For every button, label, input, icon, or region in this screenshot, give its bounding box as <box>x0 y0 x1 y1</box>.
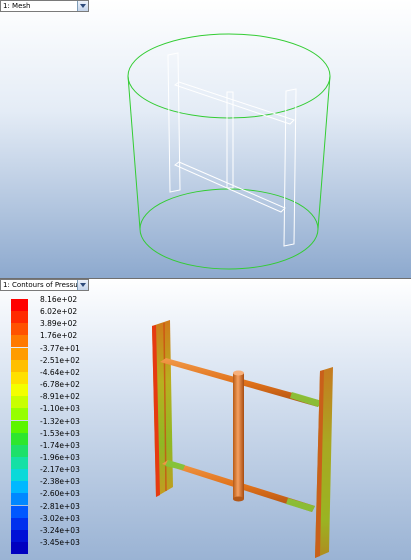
right-blade-wireframe <box>283 88 297 247</box>
central-shaft <box>233 370 244 502</box>
cylinder-left-edge <box>127 75 141 230</box>
left-blade-wireframe <box>167 52 181 193</box>
chevron-down-icon[interactable] <box>77 1 88 11</box>
view-selector-mesh[interactable]: 1: Mesh <box>0 0 89 12</box>
view-selector-contours[interactable]: 1: Contours of Pressure Coef <box>0 279 89 291</box>
cylinder-right-edge <box>317 75 331 230</box>
contour-viewport[interactable]: 8.16e+02 6.02e+02 3.89e+02 1.76e+02 -3.77e+0… <box>0 279 411 560</box>
cylinder-bottom-ellipse <box>139 188 319 270</box>
right-blade <box>315 367 333 558</box>
lower-arm-wireframe <box>174 161 286 213</box>
contour-view <box>152 320 333 558</box>
mesh-view <box>127 33 331 270</box>
view-selector-label: 1: Contours of Pressure Coef <box>3 281 78 289</box>
view-selector-label: 1: Mesh <box>3 2 31 10</box>
left-blade <box>152 320 173 497</box>
domain-cylinder-outline <box>127 33 331 270</box>
cylinder-top-ellipse <box>127 33 331 119</box>
shaft-wireframe <box>226 91 234 189</box>
mesh-viewport[interactable]: 1: Mesh <box>0 0 411 278</box>
rotor-wireframe <box>167 52 297 247</box>
chevron-down-icon[interactable] <box>77 280 88 290</box>
